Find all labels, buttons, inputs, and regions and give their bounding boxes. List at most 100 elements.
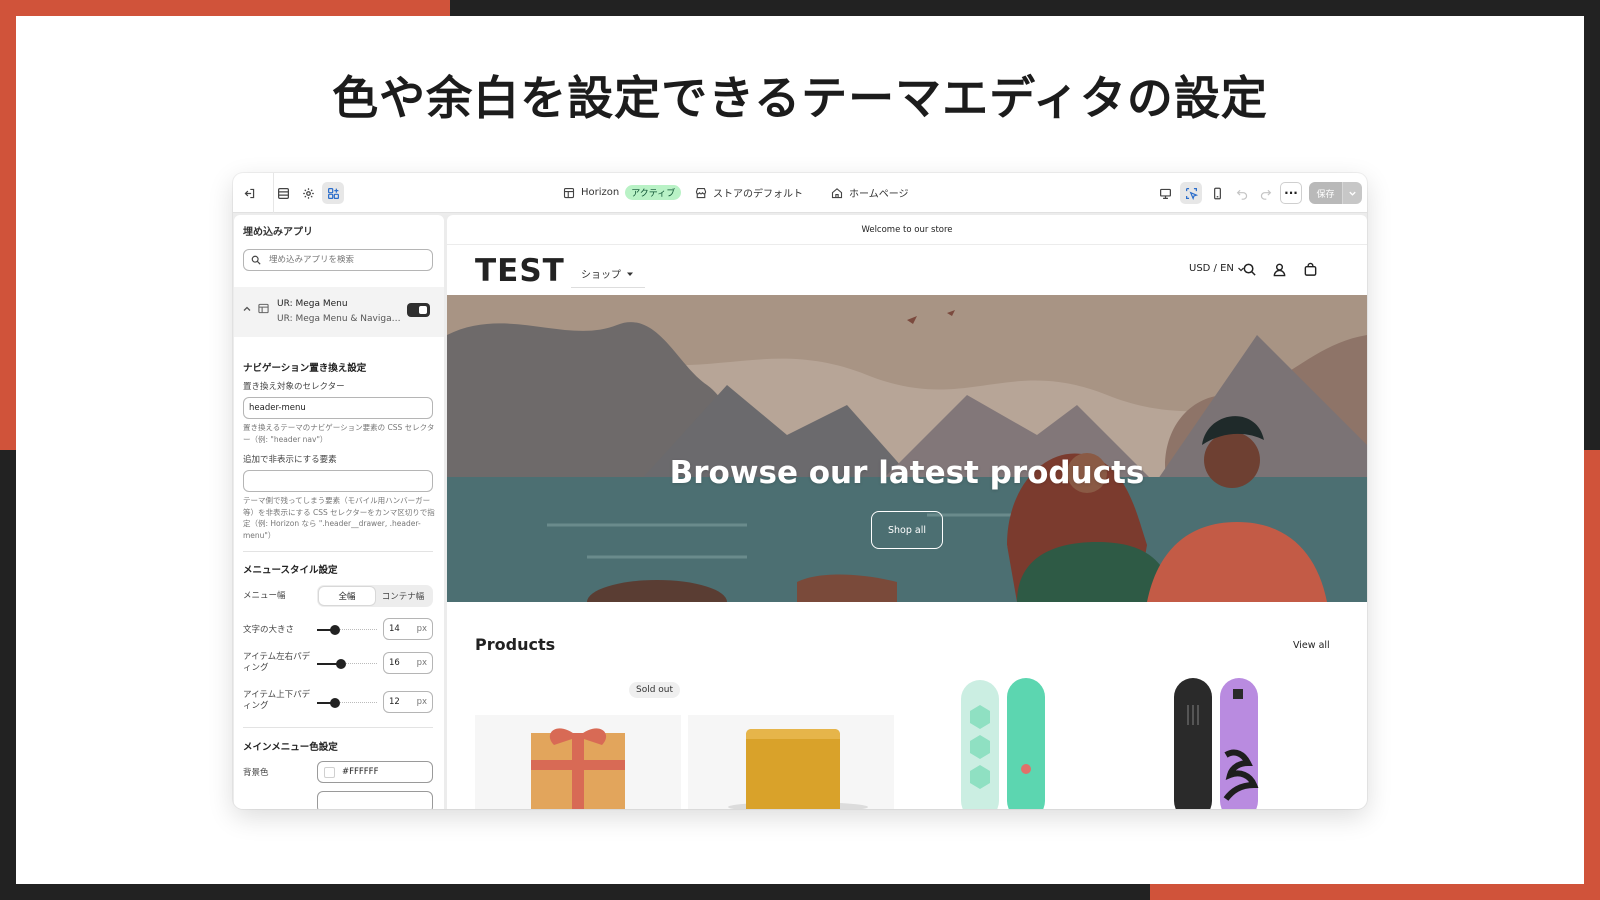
save-button-group: 保存 <box>1309 182 1362 204</box>
app-subtitle: UR: Mega Menu & Navigat... <box>277 314 402 324</box>
store-default-selector[interactable]: ストアのデフォルト <box>695 185 803 200</box>
mobile-preview-icon[interactable] <box>1206 182 1228 204</box>
next-color-field[interactable] <box>317 791 433 809</box>
panel-title: 埋め込みアプリ <box>243 227 313 238</box>
inspector-icon[interactable] <box>1180 182 1202 204</box>
save-options-chevron-icon[interactable] <box>1342 182 1362 204</box>
slide-headline: 色や余白を設定できるテーマエディタの設定 <box>332 71 1268 125</box>
slider-handle[interactable] <box>336 659 346 669</box>
view-all-link[interactable]: View all <box>1293 640 1330 651</box>
app-block-icon <box>258 303 269 314</box>
hpad-input[interactable]: 16 px <box>383 652 433 674</box>
unit-label: px <box>416 697 427 707</box>
page-label: ホームページ <box>849 189 909 200</box>
selector-help: 置き換えるテーマのナビゲーション要素の CSS セレクター（例: "header… <box>243 423 435 444</box>
chevron-up-icon[interactable] <box>242 304 252 314</box>
editor-topbar: Horizon アクティブ ストアのデフォルト ホームページ ··· 保存 <box>233 173 1367 213</box>
theme-editor-window: Horizon アクティブ ストアのデフォルト ホームページ ··· 保存 埋め… <box>233 173 1367 809</box>
products-heading: Products <box>475 635 556 654</box>
hide-elements-help: テーマ側で残ってしまう要素（モバイル用ハンバーガー等）を非表示にする CSS セ… <box>243 496 435 540</box>
more-icon[interactable]: ··· <box>1280 182 1302 204</box>
search-box <box>243 249 433 271</box>
unit-label: px <box>416 658 427 668</box>
hpad-value: 16 <box>389 658 400 668</box>
announcement-bar: Welcome to our store <box>447 215 1367 245</box>
sections-icon[interactable] <box>272 182 294 204</box>
undo-icon[interactable] <box>1231 182 1253 204</box>
home-icon <box>831 187 843 198</box>
divider <box>243 727 433 728</box>
app-enable-toggle[interactable] <box>407 303 430 317</box>
vpad-value: 12 <box>389 697 400 707</box>
hpad-slider[interactable] <box>317 658 377 670</box>
theme-selector[interactable]: Horizon アクティブ <box>563 185 682 200</box>
divider <box>243 551 433 552</box>
store-icon <box>695 187 707 198</box>
store-default-label: ストアのデフォルト <box>713 189 803 200</box>
shop-all-button[interactable]: Shop all <box>871 511 943 549</box>
hero-banner: Browse our latest products Shop all <box>447 295 1367 602</box>
menu-width-segmented: 全幅 コンテナ幅 <box>317 585 433 607</box>
font-size-value: 14 <box>389 624 400 634</box>
save-button[interactable]: 保存 <box>1309 182 1342 204</box>
hero-illustration <box>447 295 1367 602</box>
snowboard-image <box>961 678 1045 809</box>
bg-color-label: 背景色 <box>243 768 269 778</box>
page-selector[interactable]: ホームページ <box>831 185 909 200</box>
nav-shop-label: ショップ <box>581 270 621 281</box>
selector-field[interactable]: header-menu <box>243 397 433 419</box>
slider-handle[interactable] <box>330 698 340 708</box>
hide-elements-label: 追加で非表示にする要素 <box>243 455 337 465</box>
desktop-preview-icon[interactable] <box>1154 182 1176 204</box>
font-size-slider[interactable] <box>317 624 377 636</box>
app-name: UR: Mega Menu <box>277 299 348 309</box>
style-section-title: メニュースタイル設定 <box>243 565 338 576</box>
font-size-label: 文字の大きさ <box>243 625 295 635</box>
font-size-input[interactable]: 14 px <box>383 618 433 640</box>
nav-section-title: ナビゲーション置き換え設定 <box>243 363 367 374</box>
width-option-full[interactable]: 全幅 <box>319 587 375 605</box>
app-embeds-panel: 埋め込みアプリ UR: Mega Menu UR: Mega Menu & Na… <box>234 215 444 809</box>
product-card[interactable] <box>475 715 681 809</box>
snowboard-image <box>1174 678 1259 809</box>
settings-icon[interactable] <box>297 182 319 204</box>
currency-selector[interactable]: USD / EN <box>1189 263 1245 274</box>
vpad-input[interactable]: 12 px <box>383 691 433 713</box>
caret-down-icon <box>627 272 633 276</box>
store-logo[interactable]: TEST <box>475 253 565 289</box>
vpad-slider[interactable] <box>317 697 377 709</box>
product-card[interactable] <box>1114 675 1320 809</box>
bg-color-field[interactable]: #FFFFFF <box>317 761 433 783</box>
search-input[interactable] <box>269 255 419 265</box>
menu-width-label: メニュー幅 <box>243 591 286 601</box>
selector-label: 置き換え対象のセレクター <box>243 382 345 392</box>
account-icon[interactable] <box>1272 262 1287 277</box>
hero-title: Browse our latest products <box>669 455 1145 491</box>
gift-box-image <box>531 728 625 809</box>
search-icon[interactable] <box>1242 262 1257 277</box>
wax-bar-image <box>728 729 868 809</box>
redo-icon[interactable] <box>1254 182 1276 204</box>
hpad-label: アイテム左右パディング <box>243 652 311 673</box>
vpad-label: アイテム上下パディング <box>243 690 311 711</box>
width-option-container[interactable]: コンテナ幅 <box>375 587 431 605</box>
store-preview: Welcome to our store TEST ショップ USD / EN <box>447 215 1367 809</box>
exit-icon[interactable] <box>238 182 260 204</box>
hide-elements-field[interactable] <box>243 470 433 492</box>
theme-name: Horizon <box>581 187 620 198</box>
bg-color-value: #FFFFFF <box>342 767 379 777</box>
product-card[interactable] <box>901 675 1107 809</box>
currency-label: USD / EN <box>1189 263 1234 274</box>
layout-icon <box>563 187 575 198</box>
sold-out-badge: Sold out <box>629 682 681 698</box>
product-card[interactable] <box>688 715 894 809</box>
apps-icon[interactable] <box>322 182 344 204</box>
cart-icon[interactable] <box>1303 262 1318 277</box>
app-embed-item[interactable]: UR: Mega Menu UR: Mega Menu & Navigat... <box>234 287 444 337</box>
active-badge: アクティブ <box>625 185 682 200</box>
color-swatch[interactable] <box>324 766 335 778</box>
unit-label: px <box>416 624 427 634</box>
nav-shop[interactable]: ショップ <box>571 260 645 288</box>
color-section-title: メインメニュー色設定 <box>243 742 338 753</box>
slider-handle[interactable] <box>330 625 340 635</box>
